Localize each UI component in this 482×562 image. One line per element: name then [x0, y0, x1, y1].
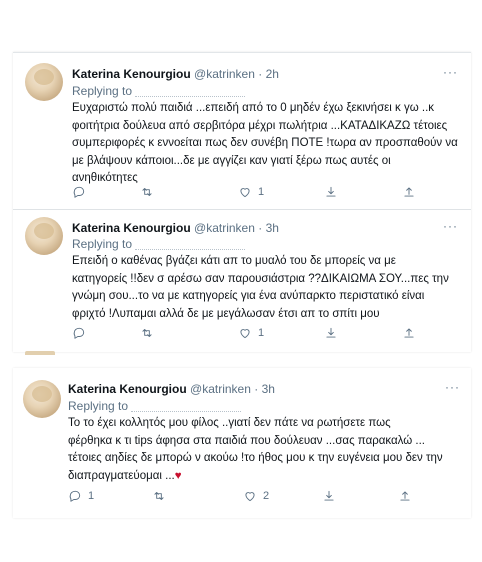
tweet-header: Katerina Kenourgiou @katrinken · 2h — [72, 67, 279, 81]
retweet-button[interactable] — [140, 185, 160, 199]
retweet-button[interactable] — [140, 326, 160, 340]
reply-button[interactable] — [72, 326, 92, 340]
reply-icon — [73, 327, 85, 339]
tweet-text-line-last: διαπραγματεύομαι ...♥ — [68, 468, 443, 486]
tweet-header: Katerina Kenourgiou @katrinken · 3h — [68, 382, 275, 396]
author-handle[interactable]: @katrinken — [194, 221, 255, 235]
heart-icon — [245, 492, 255, 502]
replying-to: Replying to — [72, 84, 246, 98]
author-name[interactable]: Katerina Kenourgiou — [68, 382, 187, 396]
like-button[interactable]: 1 — [238, 326, 264, 340]
tweet-text: Επειδή ο καθένας βγάζει κάτι απ το μυαλό… — [72, 253, 449, 323]
like-button[interactable]: 2 — [243, 489, 269, 503]
author-handle[interactable]: @katrinken — [194, 67, 255, 81]
reply-icon — [69, 490, 81, 502]
avatar[interactable] — [25, 217, 63, 255]
replying-to-label: Replying to — [68, 399, 129, 413]
like-button[interactable]: 1 — [238, 185, 264, 199]
tweet-text-line: διαπραγματεύομαι ... — [68, 469, 175, 482]
tweet-text-line: με βλάψουν κάποιοι...δε με αγγίζει καν γ… — [72, 154, 391, 167]
timestamp[interactable]: 2h — [266, 67, 279, 81]
tweet-text: Το το έχει κολλητός μου φίλος ..γιατί δε… — [68, 415, 443, 485]
timestamp[interactable]: 3h — [266, 221, 279, 235]
timestamp[interactable]: 3h — [262, 382, 275, 396]
upload-icon — [404, 328, 414, 338]
replying-to: Replying to — [72, 237, 246, 251]
like-count: 1 — [258, 186, 265, 198]
tweet-text-line: γνώμη σου...το να με κατηγορείς για ένα … — [72, 290, 425, 302]
more-options-icon[interactable]: ··· — [445, 380, 460, 394]
tweet-actions: 1 — [72, 185, 452, 201]
heart-emoji: ♥ — [174, 469, 182, 482]
separator: · — [258, 221, 263, 235]
redacted-mention — [131, 401, 242, 412]
tweet[interactable]: Katerina Kenourgiou @katrinken · 3h ··· … — [13, 368, 471, 518]
analytics-button[interactable] — [402, 185, 416, 199]
author-name[interactable]: Katerina Kenourgiou — [72, 67, 191, 81]
tweet-actions: 1 2 — [68, 489, 448, 505]
share-icon — [324, 490, 334, 501]
like-count: 1 — [258, 327, 265, 339]
share-button[interactable] — [322, 489, 336, 503]
heart-icon — [240, 188, 250, 198]
author-handle[interactable]: @katrinken — [190, 382, 251, 396]
tweet[interactable]: Katerina Kenourgiou @katrinken · 2h ··· … — [13, 53, 471, 203]
reply-button[interactable]: 1 — [68, 489, 94, 503]
retweet-icon — [142, 329, 152, 337]
retweet-icon — [142, 188, 152, 196]
upload-icon — [404, 187, 414, 197]
tweet-thread-bottom: Katerina Kenourgiou @katrinken · 3h ··· … — [13, 368, 471, 518]
tweet-header: Katerina Kenourgiou @katrinken · 3h — [72, 221, 279, 235]
tweet-text-line: φριχτό !Λυπαμαι αλλά δε με μεγάλωσαν έτσ… — [72, 307, 380, 320]
tweet-text-line: Ευχαριστώ πολύ παιδιά ...επειδή από το 0… — [72, 102, 435, 114]
tweet-text-line: φοιτήτρια δούλευα από σερβιτόρα μέχρι πω… — [72, 119, 448, 132]
separator: · — [258, 67, 263, 81]
redacted-mention — [135, 239, 246, 250]
more-options-icon[interactable]: ··· — [443, 219, 458, 233]
tweet-text-line: κατηγορείς !!δεν σ αρέσω σαν παρουσιάστρ… — [72, 272, 449, 285]
reply-button[interactable] — [72, 185, 92, 199]
tweet-text-line: φέρθηκα κ τι tips άφησα στα παιδιά που δ… — [68, 434, 426, 447]
replying-to: Replying to — [68, 399, 242, 413]
avatar[interactable] — [23, 380, 61, 418]
tweet-actions: 1 — [72, 326, 452, 342]
share-icon — [326, 327, 336, 338]
upload-icon — [400, 491, 410, 501]
share-icon — [326, 186, 336, 197]
tweet[interactable]: Katerina Kenourgiou @katrinken · 3h ··· … — [13, 210, 471, 352]
replying-to-label: Replying to — [72, 237, 133, 251]
analytics-button[interactable] — [398, 489, 412, 503]
tweet-text-line: συμπεριφορές κ εννοείται πως δεν συνέβη … — [72, 137, 458, 149]
retweet-icon — [154, 492, 164, 500]
avatar[interactable] — [25, 63, 63, 101]
more-options-icon[interactable]: ··· — [443, 65, 458, 79]
separator: · — [254, 382, 259, 396]
share-button[interactable] — [324, 185, 338, 199]
like-count: 2 — [263, 490, 270, 502]
reply-icon — [73, 186, 85, 198]
author-name[interactable]: Katerina Kenourgiou — [72, 221, 191, 235]
analytics-button[interactable] — [402, 326, 416, 340]
retweet-button[interactable] — [152, 489, 172, 503]
reply-count: 1 — [88, 490, 95, 502]
avatar — [25, 351, 55, 355]
tweet-text-line: Το το έχει κολλητός μου φίλος ..γιατί δε… — [68, 417, 391, 429]
tweet-thread-top: Katerina Kenourgiou @katrinken · 2h ··· … — [13, 52, 471, 352]
tweet-text-line: Επειδή ο καθένας βγάζει κάτι απ το μυαλό… — [72, 255, 396, 267]
tweet-text-line: τέτοιες αηδίες δε μπορώ ν ακούω !το ήθος… — [68, 452, 443, 464]
redacted-mention — [135, 86, 246, 97]
share-button[interactable] — [324, 326, 338, 340]
tweet-text: Ευχαριστώ πολύ παιδιά ...επειδή από το 0… — [72, 100, 458, 188]
heart-icon — [240, 329, 250, 339]
replying-to-label: Replying to — [72, 84, 133, 98]
